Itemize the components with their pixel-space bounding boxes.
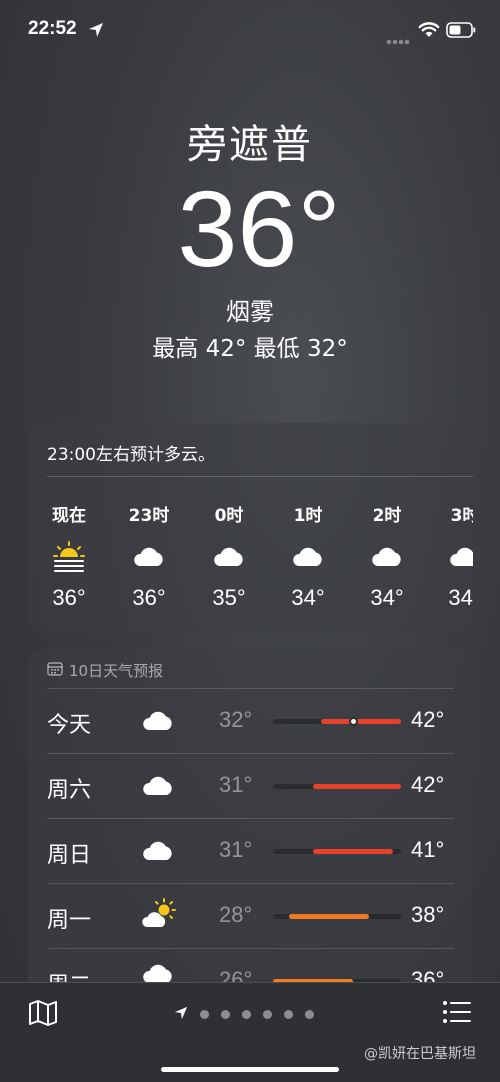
day-low-temp: 28°	[219, 902, 253, 927]
cloud-icon	[141, 833, 175, 871]
page-dot	[305, 1010, 314, 1019]
day-low-temp: 32°	[219, 707, 253, 732]
hour-label: 现在	[52, 506, 86, 526]
hour-temperature: 34°	[370, 585, 404, 610]
forecast-row[interactable]: 周六 31° 42°	[47, 753, 454, 817]
hour-item: 1时 34°	[273, 501, 343, 611]
day-name: 周六	[47, 778, 92, 803]
bottom-toolbar: @凯妍在巴基斯坦	[0, 982, 500, 1082]
forecast-row[interactable]: 周一 28° 38°	[47, 883, 454, 947]
cloud-icon	[114, 539, 184, 575]
hour-label: 23时	[128, 506, 170, 526]
temperature-range-bar	[273, 849, 401, 854]
hour-item: 23时 36°	[114, 501, 184, 611]
hour-temperature: 34°	[291, 585, 325, 610]
page-dot	[221, 1010, 230, 1019]
hourly-forecast-card[interactable]: 23:00左右预计多云。 现在 36° 23时 36° 0时 35° 1时 34…	[28, 423, 473, 633]
partly-sunny-icon	[141, 898, 177, 936]
ten-day-forecast-title: 10日天气预报	[47, 660, 163, 681]
ten-day-forecast-label: 10日天气预报	[69, 662, 164, 680]
wifi-icon	[418, 21, 440, 43]
hour-item: 现在 36°	[34, 501, 104, 611]
hour-temperature: 34°	[448, 585, 473, 610]
current-condition: 烟雾	[226, 298, 274, 326]
day-high-temp: 42°	[411, 772, 445, 797]
status-bar: 22:52	[0, 18, 500, 48]
day-high-temp: 38°	[411, 902, 445, 927]
forecast-row[interactable]: 周日 31° 41°	[47, 818, 454, 882]
sunset-haze-icon	[34, 539, 104, 575]
divider	[47, 476, 473, 477]
hour-label: 3时	[450, 506, 473, 526]
hour-label: 0时	[214, 506, 244, 526]
page-dot	[200, 1010, 209, 1019]
high-low-temperature: 最高 42° 最低 32°	[152, 336, 348, 362]
day-name: 周一	[47, 908, 92, 933]
temperature-range-fill	[313, 849, 393, 854]
day-name: 周日	[47, 843, 92, 868]
hour-item: 0时 35°	[194, 501, 264, 611]
location-arrow-icon	[88, 22, 104, 42]
weather-header: 旁遮普 36° 烟雾 最高 42° 最低 32°	[0, 112, 500, 363]
list-icon	[442, 1001, 472, 1029]
temperature-range-bar	[273, 784, 401, 789]
current-temperature: 36°	[177, 168, 341, 289]
watermark-text: @凯妍在巴基斯坦	[364, 1046, 476, 1062]
map-icon	[28, 1000, 58, 1031]
current-temperature-dot	[348, 717, 358, 726]
battery-icon	[446, 22, 476, 42]
temperature-range-bar	[273, 717, 401, 726]
hour-temperature: 36°	[132, 585, 166, 610]
city-name: 旁遮普	[187, 122, 313, 168]
location-arrow-icon	[174, 1005, 188, 1024]
cloud-icon	[194, 539, 264, 575]
cloud-icon	[141, 703, 175, 741]
page-dot	[284, 1010, 293, 1019]
city-list-button[interactable]	[442, 999, 472, 1029]
cloud-icon	[430, 539, 473, 575]
signal-dots-icon	[386, 30, 410, 49]
forecast-row[interactable]: 今天 32° 42°	[47, 688, 454, 752]
hour-label: 2时	[372, 506, 402, 526]
temperature-range-fill	[313, 784, 401, 789]
cloud-icon	[352, 539, 422, 575]
ten-day-forecast-card[interactable]: 10日天气预报 今天 32° 42° 周六 31° 42° 周日 31° 41°…	[28, 648, 473, 1008]
temperature-range-bar	[273, 914, 401, 919]
page-dot	[242, 1010, 251, 1019]
home-indicator[interactable]	[161, 1067, 339, 1072]
temperature-range-fill	[321, 719, 401, 724]
calendar-icon	[47, 661, 63, 680]
cloud-icon	[141, 768, 175, 806]
day-high-temp: 42°	[411, 707, 445, 732]
day-low-temp: 31°	[219, 837, 253, 862]
hour-temperature: 36°	[52, 585, 86, 610]
cloud-icon	[273, 539, 343, 575]
temperature-range-fill	[289, 914, 369, 919]
day-name: 今天	[47, 713, 92, 738]
hour-item: 2时 34°	[352, 501, 422, 611]
status-time: 22:52	[28, 18, 77, 39]
page-dot	[263, 1010, 272, 1019]
map-button[interactable]	[28, 999, 58, 1031]
day-high-temp: 41°	[411, 837, 445, 862]
page-indicator[interactable]	[174, 1005, 314, 1024]
day-low-temp: 31°	[219, 772, 253, 797]
hour-label: 1时	[293, 506, 323, 526]
hourly-forecast-note: 23:00左右预计多云。	[47, 445, 215, 465]
hour-item: 3时 34°	[430, 501, 473, 611]
hour-temperature: 35°	[212, 585, 246, 610]
